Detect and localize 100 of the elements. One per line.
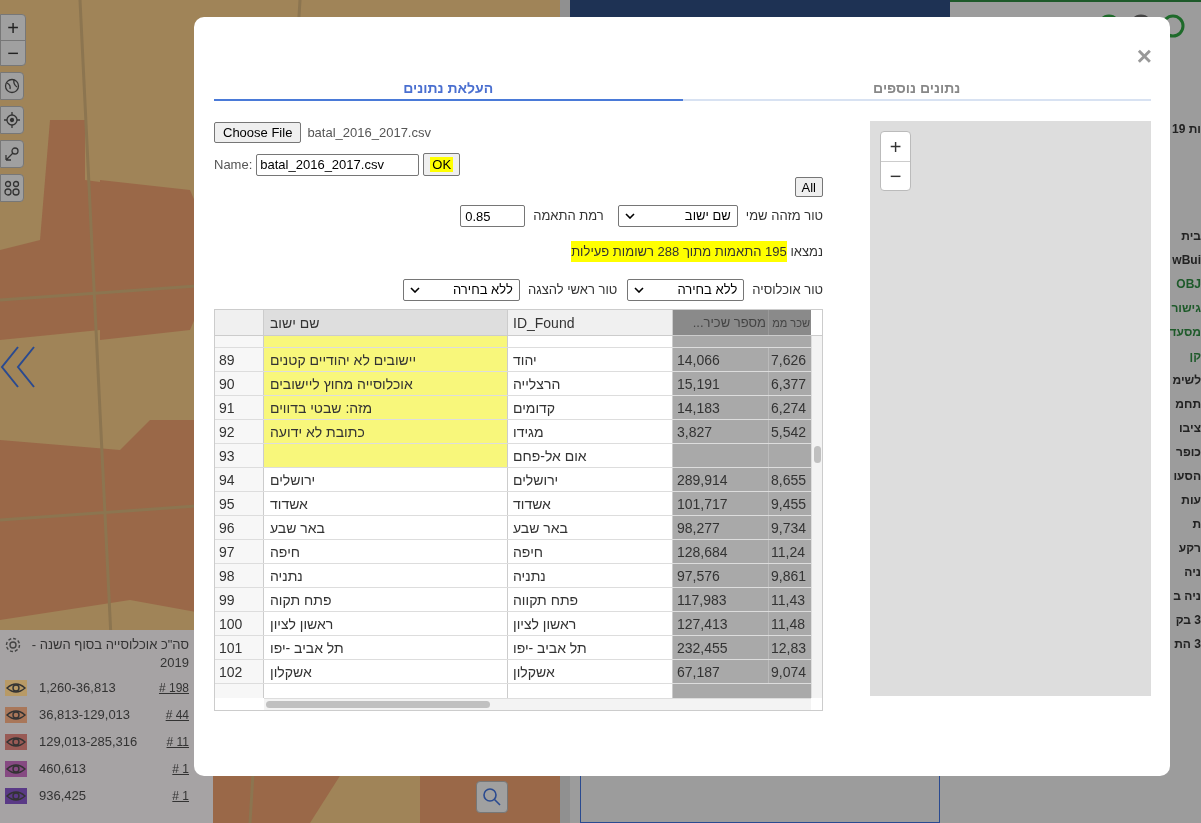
table-cell: 5,542 <box>769 419 811 443</box>
eye-icon[interactable] <box>5 706 27 723</box>
choose-file-button[interactable]: Choose File <box>214 122 302 143</box>
table-cell: כתובת לא ידועה <box>264 419 508 443</box>
table-cell: 11,48 <box>769 611 811 635</box>
zoom-in-button[interactable]: + <box>1 15 25 40</box>
zoom-in-button[interactable]: + <box>881 132 910 161</box>
legend-range: 460,613 <box>39 759 87 778</box>
table-cell: 15,191 <box>673 371 769 395</box>
table-cell: יישובים לא יהודיים קטנים <box>264 347 508 371</box>
row-number: 101 <box>215 635 264 659</box>
search-button[interactable] <box>476 781 508 813</box>
eye-icon[interactable] <box>5 787 27 804</box>
table-cell: 12,83 <box>769 635 811 659</box>
table-cell: 11,43 <box>769 587 811 611</box>
match-result-text: נמצאו 195 התאמות מתוך 288 רשומות פעילות <box>571 242 823 262</box>
table-cell: 9,455 <box>769 491 811 515</box>
legend-range: 129,013-285,316 <box>39 732 139 751</box>
legend-range: 1,260-36,813 <box>39 678 117 697</box>
table-cell: 9,734 <box>769 515 811 539</box>
main-column-select[interactable]: ללא בחירה <box>402 278 520 301</box>
panel-text: גישור <box>1171 300 1201 317</box>
table-cell: 67,187 <box>673 659 769 683</box>
table-cell: 14,066 <box>673 347 769 371</box>
table-cell: 8,655 <box>769 467 811 491</box>
table-cell: 232,455 <box>673 635 769 659</box>
eye-icon[interactable] <box>5 760 27 777</box>
match-level-label: רמת התאמה <box>533 207 604 226</box>
pointer-icon[interactable] <box>0 140 24 168</box>
table-cell: מזה: שבטי בדווים <box>264 395 508 419</box>
panel-text: מסעד <box>1169 324 1201 341</box>
vertical-scrollbar[interactable] <box>811 335 822 698</box>
all-button[interactable]: All <box>794 177 823 197</box>
row-number: 102 <box>215 659 264 683</box>
legend-range: 36,813-129,013 <box>39 705 132 724</box>
zoom-out-button[interactable]: − <box>881 161 910 190</box>
legend-count-link[interactable]: # 1 <box>172 759 189 778</box>
panel-text: OBJ <box>1176 276 1201 293</box>
legend-count-link[interactable]: # 44 <box>165 705 189 724</box>
name-field[interactable]: batal_2016_2017.csv <box>256 153 420 176</box>
table-cell: 98,277 <box>673 515 769 539</box>
zoom-out-button[interactable]: − <box>1 40 25 65</box>
id-column-select[interactable]: שם ישוב <box>617 205 738 227</box>
tab[interactable]: נתונים נוספים <box>682 77 1151 101</box>
table-cell: 11,24 <box>769 539 811 563</box>
panel-text: ציבו <box>1179 420 1201 437</box>
row-number: 91 <box>215 395 264 419</box>
main-column-label: טור ראשי להצגה <box>527 280 618 299</box>
legend-count-link[interactable]: # 11 <box>166 732 189 751</box>
name-label: Name: <box>214 155 253 174</box>
panel-text: ות 19 <box>1172 121 1201 138</box>
match-level-field[interactable]: 0.85 <box>460 205 526 227</box>
circles-icon[interactable] <box>0 174 24 202</box>
legend-range: 936,425 <box>39 786 87 805</box>
table-cell: 97,576 <box>673 563 769 587</box>
column-header[interactable]: שם ישוב <box>264 309 508 335</box>
panel-text: תחמ <box>1175 396 1201 413</box>
panel-text: קן <box>1189 348 1201 365</box>
row-number: 89 <box>215 347 264 371</box>
ok-button[interactable]: OK <box>423 153 461 176</box>
column-header[interactable]: ID_Found <box>508 309 673 335</box>
row-number: 98 <box>215 563 264 587</box>
row-number: 92 <box>215 419 264 443</box>
file-name: batal_2016_2017.csv <box>307 123 431 142</box>
chevron-down-icon <box>409 286 420 293</box>
panel-text: ניה ב <box>1173 588 1201 605</box>
horizontal-scrollbar[interactable] <box>264 697 811 710</box>
table-cell: 127,413 <box>673 611 769 635</box>
crosshair-icon[interactable] <box>0 106 24 134</box>
eye-icon[interactable] <box>5 679 27 696</box>
panel-text: רקע <box>1178 540 1201 557</box>
table-cell: 9,074 <box>769 659 811 683</box>
tab[interactable]: העלאת נתונים <box>214 77 683 101</box>
panel-text: עות <box>1181 492 1201 509</box>
population-column-select[interactable]: ללא בחירה <box>627 278 745 301</box>
row-number: 99 <box>215 587 264 611</box>
table-cell: 7,626 <box>769 347 811 371</box>
row-number: 96 <box>215 515 264 539</box>
panel-text: 3 הת <box>1174 636 1201 653</box>
panel-text: בית <box>1181 228 1201 245</box>
population-column-label: טור אוכלוסיה <box>752 280 823 299</box>
legend-title: סה"כ אוכלוסייה בסוף השנה - 2019 <box>30 636 189 672</box>
gear-icon[interactable] <box>4 636 22 654</box>
row-number: 95 <box>215 491 264 515</box>
id-column-label: טור מזהה שמי <box>745 207 823 226</box>
table-cell: 6,377 <box>769 371 811 395</box>
eye-icon[interactable] <box>5 733 27 750</box>
row-number: 90 <box>215 371 264 395</box>
table-cell: 289,914 <box>673 467 769 491</box>
panel-text: לשימ <box>1172 372 1201 389</box>
legend-count-link[interactable]: # 1 <box>172 786 189 805</box>
row-number: 93 <box>215 443 264 467</box>
table-cell: 6,274 <box>769 395 811 419</box>
panel-text: 3 בק <box>1175 612 1201 629</box>
panel-text: ת <box>1192 516 1201 533</box>
table-cell: 14,183 <box>673 395 769 419</box>
legend-count-link[interactable]: # 198 <box>158 678 189 697</box>
table-cell: 101,717 <box>673 491 769 515</box>
globe-icon[interactable] <box>0 72 24 100</box>
table-cell: 117,983 <box>673 587 769 611</box>
